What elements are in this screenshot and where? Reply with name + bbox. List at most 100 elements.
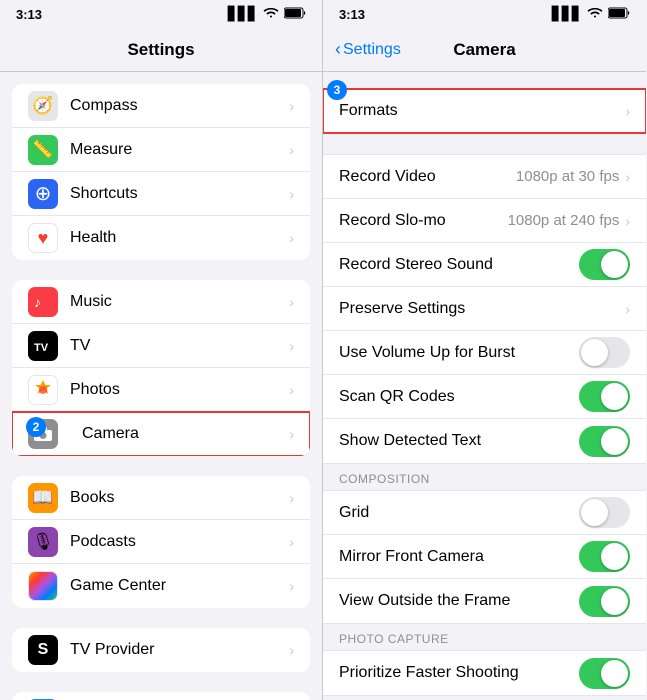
row-appstore[interactable]: 🛍 Apple Store › (12, 692, 310, 700)
right-status-icons: ▋▋▋ (552, 6, 630, 22)
settings-group-1: 🧭 Compass › 📏 Measure › ⊕ Shortcuts › ♥ … (12, 84, 310, 260)
music-icon: ♪ (28, 287, 58, 317)
row-books[interactable]: 📖 Books › (12, 476, 310, 520)
row-compass[interactable]: 🧭 Compass › (12, 84, 310, 128)
grid-toggle[interactable] (579, 497, 630, 528)
chevron-icon: › (289, 186, 294, 202)
left-time: 3:13 (16, 7, 42, 22)
row-tv[interactable]: TV TV › (12, 324, 310, 368)
record-video-value: 1080p at 30 fps (516, 168, 619, 185)
record-stereo-toggle[interactable] (579, 249, 630, 280)
row-formats[interactable]: Formats › (323, 89, 646, 133)
row-show-text[interactable]: Show Detected Text (323, 419, 646, 463)
chevron-icon: › (289, 98, 294, 114)
row-shortcuts[interactable]: ⊕ Shortcuts › (12, 172, 310, 216)
row-record-slomo[interactable]: Record Slo-mo 1080p at 240 fps › (323, 199, 646, 243)
wifi-icon (587, 7, 603, 22)
battery-icon (284, 7, 306, 22)
composition-section: COMPOSITION Grid Mirror Front Camera Vie… (323, 464, 646, 624)
row-volume-burst[interactable]: Use Volume Up for Burst (323, 331, 646, 375)
volume-burst-toggle[interactable] (579, 337, 630, 368)
chevron-icon: › (289, 294, 294, 310)
photos-icon (28, 375, 58, 405)
row-photos[interactable]: Photos › (12, 368, 310, 412)
left-panel: 3:13 ▋▋▋ Settings 🧭 Compass › 📏 Measure (0, 0, 323, 700)
row-faster-shooting[interactable]: Prioritize Faster Shooting (323, 651, 646, 695)
left-status-icons: ▋▋▋ (228, 6, 306, 22)
chevron-icon: › (289, 142, 294, 158)
row-gamecenter[interactable]: Game Center › (12, 564, 310, 608)
chevron-icon: › (625, 103, 630, 119)
photo-capture-header: PHOTO CAPTURE (323, 624, 646, 650)
right-panel: 3:13 ▋▋▋ ‹ Settings Camera 3 For (323, 0, 646, 700)
faster-shooting-description: Intelligently adapt image quality when r… (323, 696, 646, 700)
left-header: Settings (0, 28, 322, 72)
settings-group-3: 📖 Books › 🎙 Podcasts › Game Center › (12, 476, 310, 608)
record-slomo-value: 1080p at 240 fps (508, 212, 620, 229)
camera-label: Camera (82, 425, 289, 443)
health-icon: ♥ (28, 223, 58, 253)
row-mirror[interactable]: Mirror Front Camera (323, 535, 646, 579)
chevron-icon: › (289, 230, 294, 246)
chevron-icon: › (625, 213, 630, 229)
battery-icon (608, 7, 630, 22)
right-panel-title: Camera (453, 40, 515, 60)
settings-group-5: 🛍 Apple Store › B Bible › C Canva › (12, 692, 310, 700)
left-settings-list[interactable]: 🧭 Compass › 📏 Measure › ⊕ Shortcuts › ♥ … (0, 72, 322, 700)
scan-qr-label: Scan QR Codes (339, 388, 579, 406)
scan-qr-toggle[interactable] (579, 381, 630, 412)
show-text-toggle[interactable] (579, 426, 630, 457)
view-outside-toggle[interactable] (579, 586, 630, 617)
record-stereo-label: Record Stereo Sound (339, 256, 579, 274)
formats-badge: 3 (327, 80, 347, 100)
photo-capture-section: PHOTO CAPTURE Prioritize Faster Shooting… (323, 624, 646, 700)
podcasts-label: Podcasts (70, 533, 289, 551)
record-video-label: Record Video (339, 168, 516, 186)
left-status-bar: 3:13 ▋▋▋ (0, 0, 322, 28)
tv-label: TV (70, 337, 289, 355)
settings-group-2: ♪ Music › TV TV › Photos (12, 280, 310, 456)
right-settings-scroll[interactable]: 3 Formats › Record Video 1080p at 30 fps… (323, 72, 646, 700)
photo-capture-group: Prioritize Faster Shooting (323, 650, 646, 696)
faster-shooting-toggle[interactable] (579, 658, 630, 689)
row-record-video[interactable]: Record Video 1080p at 30 fps › (323, 155, 646, 199)
view-outside-label: View Outside the Frame (339, 592, 579, 610)
row-tvprovider[interactable]: S TV Provider › (12, 628, 310, 672)
chevron-icon: › (289, 578, 294, 594)
chevron-icon: › (625, 301, 630, 317)
grid-label: Grid (339, 504, 579, 522)
volume-burst-label: Use Volume Up for Burst (339, 344, 579, 362)
chevron-icon: › (625, 169, 630, 185)
chevron-icon: › (289, 426, 294, 442)
row-scan-qr[interactable]: Scan QR Codes (323, 375, 646, 419)
tvprovider-label: TV Provider (70, 641, 289, 659)
chevron-icon: › (289, 534, 294, 550)
row-preserve[interactable]: Preserve Settings › (323, 287, 646, 331)
right-status-bar: 3:13 ▋▋▋ (323, 0, 646, 28)
row-grid[interactable]: Grid (323, 491, 646, 535)
tv-icon: TV (28, 331, 58, 361)
back-chevron-icon: ‹ (335, 39, 341, 60)
settings-group-4: S TV Provider › (12, 628, 310, 672)
row-measure[interactable]: 📏 Measure › (12, 128, 310, 172)
measure-icon: 📏 (28, 135, 58, 165)
row-podcasts[interactable]: 🎙 Podcasts › (12, 520, 310, 564)
row-camera[interactable]: 2 Camera › (12, 412, 310, 456)
measure-label: Measure (70, 141, 289, 159)
camera-settings-group: Record Video 1080p at 30 fps › Record Sl… (323, 154, 646, 464)
row-music[interactable]: ♪ Music › (12, 280, 310, 324)
chevron-icon: › (289, 490, 294, 506)
formats-label: Formats (339, 102, 625, 120)
camera-badge-wrapper: 2 (28, 419, 70, 449)
row-health[interactable]: ♥ Health › (12, 216, 310, 260)
shortcuts-label: Shortcuts (70, 185, 289, 203)
mirror-label: Mirror Front Camera (339, 548, 579, 566)
preserve-label: Preserve Settings (339, 300, 625, 318)
camera-badge: 2 (26, 417, 46, 437)
chevron-icon: › (289, 382, 294, 398)
right-header: ‹ Settings Camera (323, 28, 646, 72)
row-record-stereo[interactable]: Record Stereo Sound (323, 243, 646, 287)
back-button[interactable]: ‹ Settings (335, 39, 401, 60)
mirror-toggle[interactable] (579, 541, 630, 572)
row-view-outside[interactable]: View Outside the Frame (323, 579, 646, 623)
